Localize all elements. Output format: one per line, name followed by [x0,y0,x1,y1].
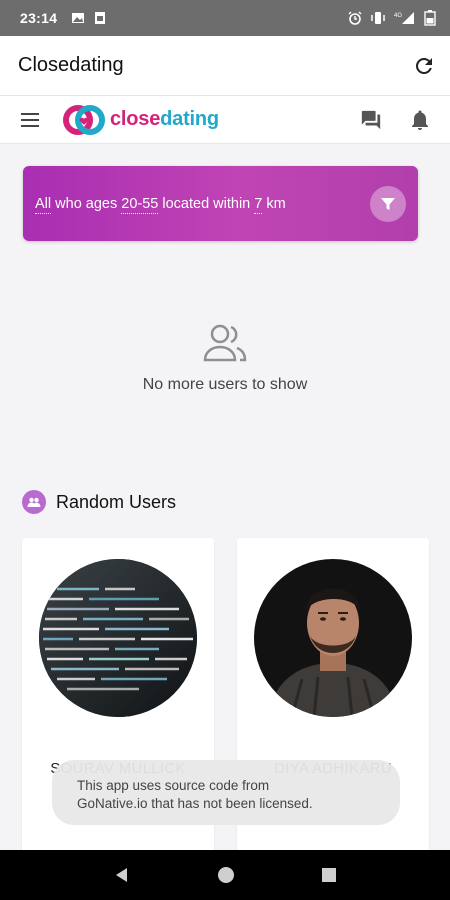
status-time: 23:14 [20,10,58,26]
vibrate-icon [371,12,385,24]
filter-button[interactable] [370,185,406,222]
network-label: 4G [394,13,402,19]
battery-icon [424,10,436,26]
avatar [39,559,197,717]
back-icon[interactable] [113,866,131,884]
recents-icon[interactable] [321,867,337,883]
status-bar: 23:14 4G [0,0,450,36]
logo-text: closedating [110,108,219,130]
people-icon [203,324,247,362]
users-badge-icon [22,490,46,514]
nav-actions [360,108,432,132]
empty-message: No more users to show [142,376,308,393]
logo[interactable]: closedating [62,104,219,136]
toast-line-2: GoNative.io that has not been licensed. [77,796,313,811]
chat-icon[interactable] [360,109,382,131]
top-nav: closedating [0,96,450,144]
bell-icon[interactable] [408,108,432,132]
alarm-icon [348,11,362,25]
filter-age-range[interactable]: 20-55 [121,195,159,214]
filter-all[interactable]: All [35,195,52,214]
refresh-icon[interactable] [412,54,436,78]
empty-state: No more users to show [0,322,450,394]
avatar [254,559,412,717]
section-title: Random Users [56,491,177,512]
license-toast: This app uses source code from GoNative.… [52,760,400,825]
app-bar: Closedating [0,36,450,96]
home-icon[interactable] [216,865,236,885]
random-users-header: Random Users [22,490,176,514]
search-filter-banner[interactable]: All who ages 20-55 located within 7 km [23,166,418,241]
toast-line-1: This app uses source code from [77,778,270,793]
status-icons: 4G [348,10,436,26]
app-title: Closedating [18,54,124,76]
hamburger-menu-icon[interactable] [18,108,42,132]
system-nav-bar [0,850,450,900]
logo-mark-icon [63,104,105,135]
filter-summary: All who ages 20-55 located within 7 km [35,195,286,214]
image-icon [72,13,85,23]
signal-icon: 4G [394,12,414,24]
filter-funnel-icon [381,197,395,210]
sim-card-icon [95,12,106,24]
